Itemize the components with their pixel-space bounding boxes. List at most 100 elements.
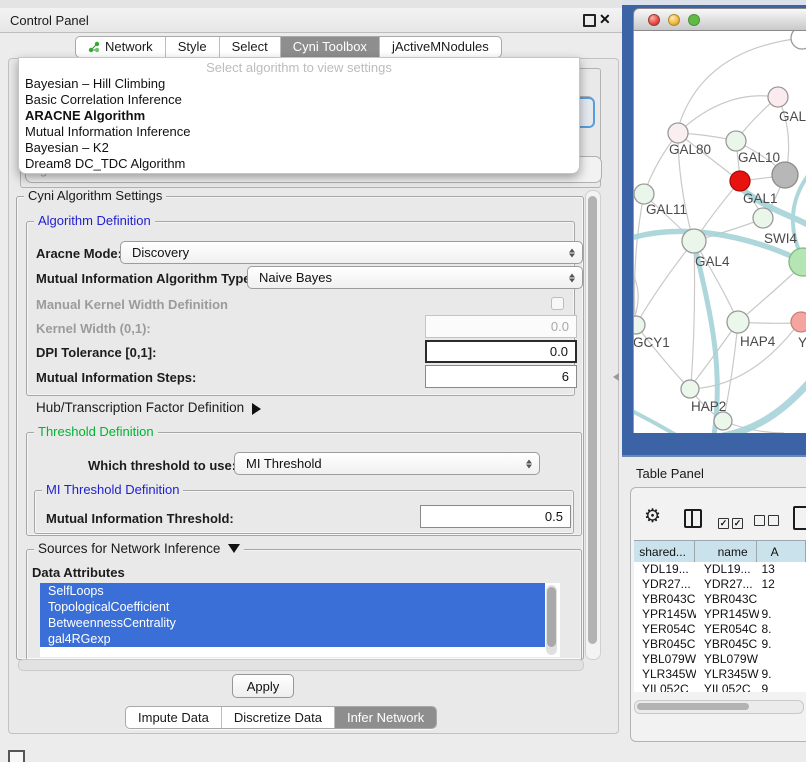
network-node-gcy1[interactable] bbox=[634, 316, 645, 334]
table-row[interactable]: YBR045CYBR045C9. bbox=[634, 637, 806, 652]
which-threshold-combo[interactable]: MI Threshold bbox=[234, 452, 540, 475]
column-layout-icon[interactable] bbox=[684, 509, 702, 528]
mi-steps-field[interactable]: 6 bbox=[425, 365, 577, 388]
network-node-gal11[interactable] bbox=[634, 184, 654, 204]
aracne-mode-combo[interactable]: Discovery bbox=[120, 241, 583, 264]
table-cell: YER054C bbox=[696, 622, 759, 637]
table-cell: YPR145W bbox=[696, 607, 759, 622]
table-cell: YLR345W bbox=[634, 667, 696, 682]
settings-horizontal-scrollbar[interactable] bbox=[18, 659, 584, 671]
algorithm-option[interactable]: Dream8 DC_TDC Algorithm bbox=[19, 156, 579, 172]
dpi-tolerance-field[interactable]: 0.0 bbox=[425, 340, 577, 363]
network-node-gal80[interactable] bbox=[668, 123, 688, 143]
select-all-columns-icon[interactable]: ✓✓ bbox=[718, 513, 746, 531]
spinner-icon bbox=[569, 273, 575, 282]
table-cell: YPR145W bbox=[634, 607, 696, 622]
tab-network[interactable]: Network bbox=[76, 37, 166, 57]
table-row[interactable]: YLR345WYLR345W9. bbox=[634, 667, 806, 682]
tab-infer-network[interactable]: Infer Network bbox=[335, 707, 436, 728]
algorithm-option[interactable]: Basic Correlation Inference bbox=[19, 92, 579, 108]
sash-collapse-icon[interactable] bbox=[609, 373, 619, 381]
network-node-hap2[interactable] bbox=[681, 380, 699, 398]
tab-discretize-data[interactable]: Discretize Data bbox=[222, 707, 335, 728]
network-window-titlebar[interactable] bbox=[633, 8, 806, 31]
table-column-header[interactable]: A bbox=[757, 541, 806, 562]
kernel-width-label: Kernel Width (0,1): bbox=[36, 321, 151, 336]
zoom-traffic-light-icon[interactable] bbox=[688, 14, 700, 26]
tab-jactivemnodules[interactable]: jActiveMNodules bbox=[380, 37, 501, 57]
minimize-traffic-light-icon[interactable] bbox=[668, 14, 680, 26]
algorithm-option[interactable]: Mutual Information Inference bbox=[19, 124, 579, 140]
close-icon[interactable]: ✕ bbox=[599, 11, 611, 28]
attribute-item[interactable]: TopologicalCoefficient bbox=[40, 599, 545, 615]
network-icon bbox=[88, 41, 100, 53]
mi-type-combo[interactable]: Naive Bayes bbox=[247, 266, 583, 289]
table-horizontal-scrollbar[interactable] bbox=[634, 700, 804, 714]
tab-cyni-toolbox[interactable]: Cyni Toolbox bbox=[281, 37, 380, 57]
mi-steps-label: Mutual Information Steps: bbox=[36, 370, 196, 385]
attributes-scrollbar[interactable] bbox=[546, 585, 557, 655]
algorithm-select-popup: Select algorithm to view settings Bayesi… bbox=[18, 57, 580, 174]
table-column-header[interactable]: name bbox=[695, 541, 757, 562]
network-node[interactable] bbox=[772, 162, 798, 188]
data-attributes-list[interactable]: SelfLoopsTopologicalCoefficientBetweenne… bbox=[40, 583, 560, 657]
network-node-gal7[interactable] bbox=[768, 87, 788, 107]
network-node[interactable] bbox=[791, 31, 806, 49]
table-cell: YDR27... bbox=[696, 577, 759, 592]
table-row[interactable]: YIL052CYIL052C9 bbox=[634, 682, 806, 692]
table-cell: YBR045C bbox=[696, 637, 759, 652]
minimized-panel-icon[interactable] bbox=[8, 750, 25, 762]
network-node-swi4[interactable] bbox=[753, 208, 773, 228]
settings-scrollbar[interactable] bbox=[585, 190, 601, 660]
network-node-hap4[interactable] bbox=[727, 311, 749, 333]
network-graph: GAL7GAL80GAL10GAL1GAL11SWI4GAL4GCY1HAP4Y… bbox=[634, 31, 806, 433]
network-node-gal10[interactable] bbox=[726, 131, 746, 151]
algorithm-option[interactable]: Bayesian – K2 bbox=[19, 140, 579, 156]
tab-select[interactable]: Select bbox=[220, 37, 281, 57]
which-threshold-label: Which threshold to use: bbox=[88, 458, 236, 473]
network-node-gal4[interactable] bbox=[682, 229, 706, 253]
mi-threshold-value: 0.5 bbox=[545, 509, 563, 524]
gear-icon[interactable]: ⚙ bbox=[644, 505, 661, 528]
algorithm-option[interactable]: Bayesian – Hill Climbing bbox=[19, 76, 579, 92]
document-icon[interactable] bbox=[793, 506, 806, 530]
apply-button[interactable]: Apply bbox=[232, 674, 294, 698]
algorithm-popup-placeholder: Select algorithm to view settings bbox=[19, 58, 579, 76]
close-traffic-light-icon[interactable] bbox=[648, 14, 660, 26]
table-row[interactable]: YPR145WYPR145W9. bbox=[634, 607, 806, 622]
float-window-icon[interactable] bbox=[583, 14, 596, 27]
network-node[interactable] bbox=[714, 412, 732, 430]
attribute-item[interactable]: BetweennessCentrality bbox=[40, 615, 545, 631]
table-row[interactable]: YDL19...YDL19...13 bbox=[634, 562, 806, 577]
table-column-header[interactable]: shared... bbox=[634, 541, 695, 562]
network-node[interactable] bbox=[789, 248, 806, 276]
table-row[interactable]: YER054CYER054C8. bbox=[634, 622, 806, 637]
control-panel-titlebar: Control Panel bbox=[0, 8, 622, 33]
node-label: GAL7 bbox=[779, 109, 806, 124]
table-cell: YIL052C bbox=[634, 682, 696, 692]
mi-threshold-field[interactable]: 0.5 bbox=[420, 505, 571, 528]
manual-kernel-checkbox[interactable] bbox=[551, 297, 564, 310]
node-label: GAL4 bbox=[695, 254, 730, 269]
network-node-gal1[interactable] bbox=[730, 171, 750, 191]
tab-impute-data[interactable]: Impute Data bbox=[126, 707, 222, 728]
kernel-width-field[interactable]: 0.0 bbox=[425, 315, 577, 338]
table-row[interactable]: YBR043CYBR043C bbox=[634, 592, 806, 607]
deselect-all-columns-icon[interactable] bbox=[754, 513, 782, 531]
hub-definition-expander[interactable]: Hub/Transcription Factor Definition bbox=[36, 400, 267, 415]
node-label: SWI4 bbox=[764, 231, 797, 246]
which-threshold-value: MI Threshold bbox=[246, 456, 322, 471]
aracne-mode-label: Aracne Mode: bbox=[36, 246, 122, 261]
table-cell: 9. bbox=[759, 607, 806, 622]
algorithm-option[interactable]: ARACNE Algorithm bbox=[19, 108, 579, 124]
network-node-y[interactable] bbox=[791, 312, 806, 332]
attribute-item[interactable]: gal4RGexp bbox=[40, 631, 545, 647]
attribute-item[interactable]: SelfLoops bbox=[40, 583, 545, 599]
table-row[interactable]: YBL079WYBL079W bbox=[634, 652, 806, 667]
sources-group-title[interactable]: Sources for Network Inference bbox=[34, 541, 244, 559]
table-row[interactable]: YDR27...YDR27...12 bbox=[634, 577, 806, 592]
table-panel-title: Table Panel bbox=[636, 466, 704, 481]
algorithm-popup-items: Bayesian – Hill ClimbingBasic Correlatio… bbox=[19, 76, 579, 172]
tab-style[interactable]: Style bbox=[166, 37, 220, 57]
network-canvas[interactable]: GAL7GAL80GAL10GAL1GAL11SWI4GAL4GCY1HAP4Y… bbox=[633, 31, 806, 433]
